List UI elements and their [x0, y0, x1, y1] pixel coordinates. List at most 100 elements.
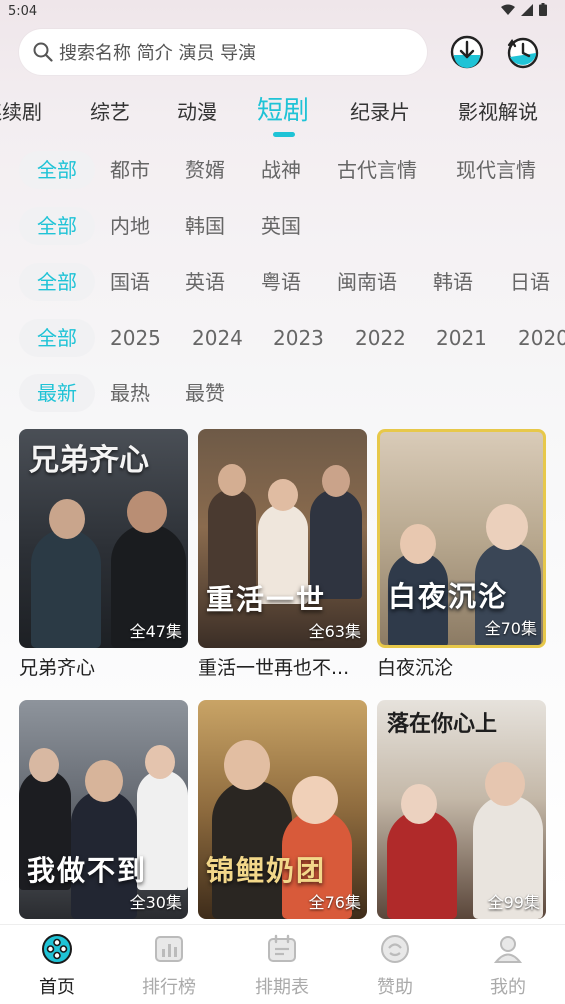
- nav-profile[interactable]: 我的: [463, 933, 553, 999]
- poster-art-text: 兄弟齐心: [29, 443, 149, 478]
- filter-chip[interactable]: 英国: [261, 207, 301, 245]
- poster-figure: [224, 740, 270, 790]
- poster-figure: [49, 499, 85, 539]
- filter-chip[interactable]: 英语: [185, 263, 225, 301]
- history-button[interactable]: [503, 33, 541, 71]
- poster-art-text: 白夜沉沦: [388, 580, 509, 613]
- filter-chip[interactable]: 2021: [436, 319, 487, 357]
- profile-icon: [493, 936, 523, 963]
- filter-chip[interactable]: 全部: [19, 319, 95, 357]
- filter-chip[interactable]: 都市: [110, 151, 150, 189]
- poster-art-text: 我做不到: [27, 854, 148, 887]
- drama-card[interactable]: 白夜沉沦 全70集 白夜沉沦: [377, 429, 546, 680]
- search-row: 搜索名称 简介 演员 导演: [19, 29, 549, 77]
- filter-chip[interactable]: 粤语: [261, 263, 301, 301]
- drama-poster[interactable]: 重活一世 全63集: [198, 429, 367, 648]
- calendar-icon: [268, 934, 296, 962]
- sponsor-icon: [381, 935, 409, 963]
- search-input[interactable]: 搜索名称 简介 演员 导演: [19, 29, 427, 75]
- drama-poster[interactable]: 我做不到 全30集: [19, 700, 188, 919]
- filter-chip[interactable]: 全部: [19, 207, 95, 245]
- episode-count: 全99集: [487, 893, 540, 912]
- poster-art-text: 落在你心上: [387, 711, 498, 737]
- nav-label: 首页: [39, 977, 75, 998]
- filter-chip[interactable]: 古代言情: [337, 151, 417, 189]
- drama-card[interactable]: 我做不到 全30集: [19, 700, 188, 924]
- drama-poster[interactable]: 白夜沉沦 全70集: [377, 429, 546, 648]
- filter-chip[interactable]: 2023: [273, 319, 324, 357]
- drama-card[interactable]: 落在你心上 全99集: [377, 700, 546, 924]
- filter-chip[interactable]: 国语: [110, 263, 150, 301]
- poster-figure: [85, 760, 123, 802]
- status-icons: [501, 3, 547, 16]
- filter-chip[interactable]: 2022: [355, 319, 406, 357]
- drama-title: 重活一世再也不...: [198, 657, 350, 679]
- tab-short-drama[interactable]: 短剧: [257, 90, 309, 127]
- drama-title: 白夜沉沦: [377, 657, 454, 679]
- filter-chip[interactable]: 日语: [510, 263, 550, 301]
- tab-documentary[interactable]: 纪录片: [350, 96, 410, 125]
- tab-series[interactable]: 连续剧: [0, 96, 42, 125]
- nav-label: 排行榜: [142, 977, 196, 998]
- nav-label: 排期表: [255, 977, 309, 998]
- poster-figure: [268, 479, 298, 511]
- nav-ranking[interactable]: 排行榜: [124, 933, 214, 999]
- episode-count: 全76集: [308, 893, 361, 912]
- status-bar: 5:04: [0, 0, 565, 24]
- poster-art-text: 锦鲤奶团: [206, 854, 327, 887]
- nav-schedule[interactable]: 排期表: [237, 933, 327, 999]
- search-icon: [33, 42, 53, 62]
- sort-chip[interactable]: 最赞: [185, 374, 225, 412]
- filter-chip[interactable]: 全部: [19, 263, 95, 301]
- ranking-icon: [155, 936, 183, 962]
- active-tab-indicator: [273, 132, 295, 137]
- poster-figure: [31, 529, 101, 648]
- signal-icon: [521, 3, 533, 16]
- drama-poster[interactable]: 兄弟齐心 全47集: [19, 429, 188, 648]
- drama-poster[interactable]: 落在你心上 全99集: [377, 700, 546, 919]
- category-tabs: 连续剧 综艺 动漫 短剧 纪录片 影视解说: [0, 86, 565, 142]
- episode-count: 全70集: [484, 619, 537, 638]
- filter-chip[interactable]: 现代言情: [456, 151, 536, 189]
- drama-card[interactable]: 重活一世 全63集 重活一世再也不...: [198, 429, 367, 680]
- filter-row-region: 全部 内地 韩国 英国: [0, 207, 565, 247]
- battery-icon: [539, 3, 547, 16]
- filter-row-sort: 最新 最热 最赞: [0, 374, 565, 414]
- filter-chip[interactable]: 全部: [19, 151, 95, 189]
- nav-home[interactable]: 首页: [12, 933, 102, 999]
- drama-card[interactable]: 锦鲤奶团 全76集: [198, 700, 367, 924]
- poster-figure: [322, 465, 350, 497]
- filter-chip[interactable]: 韩语: [433, 263, 473, 301]
- tab-variety[interactable]: 综艺: [90, 96, 130, 125]
- search-placeholder: 搜索名称 简介 演员 导演: [59, 43, 257, 64]
- episode-count: 全30集: [129, 893, 182, 912]
- drama-poster[interactable]: 锦鲤奶团 全76集: [198, 700, 367, 919]
- poster-figure: [127, 491, 167, 533]
- filter-chip[interactable]: 赘婿: [185, 151, 225, 189]
- poster-figure: [292, 776, 338, 824]
- tab-anime[interactable]: 动漫: [177, 96, 217, 125]
- filter-chip[interactable]: 战神: [261, 151, 301, 189]
- sort-chip[interactable]: 最新: [19, 374, 95, 412]
- filter-chip[interactable]: 韩国: [185, 207, 225, 245]
- tab-commentary[interactable]: 影视解说: [458, 96, 538, 125]
- bottom-nav: 首页 排行榜 排期表 赞助 我的: [0, 924, 565, 1004]
- poster-figure: [486, 504, 528, 550]
- filter-chip[interactable]: 2024: [192, 319, 243, 357]
- sort-chip[interactable]: 最热: [110, 374, 150, 412]
- download-button[interactable]: [448, 33, 486, 71]
- drama-title: 兄弟齐心: [19, 657, 96, 679]
- drama-card[interactable]: 兄弟齐心 全47集 兄弟齐心: [19, 429, 188, 680]
- filter-chip[interactable]: 2025: [110, 319, 161, 357]
- filter-chip[interactable]: 2020: [518, 319, 565, 357]
- episode-count: 全63集: [308, 622, 361, 641]
- poster-figure: [218, 464, 246, 496]
- filter-row-year: 全部 2025 2024 2023 2022 2021 2020: [0, 319, 565, 359]
- download-icon: [450, 35, 484, 69]
- poster-figure: [485, 762, 525, 806]
- history-icon: [507, 37, 539, 69]
- wifi-icon: [501, 4, 515, 15]
- nav-sponsor[interactable]: 赞助: [350, 933, 440, 999]
- filter-chip[interactable]: 闽南语: [337, 263, 397, 301]
- filter-chip[interactable]: 内地: [110, 207, 150, 245]
